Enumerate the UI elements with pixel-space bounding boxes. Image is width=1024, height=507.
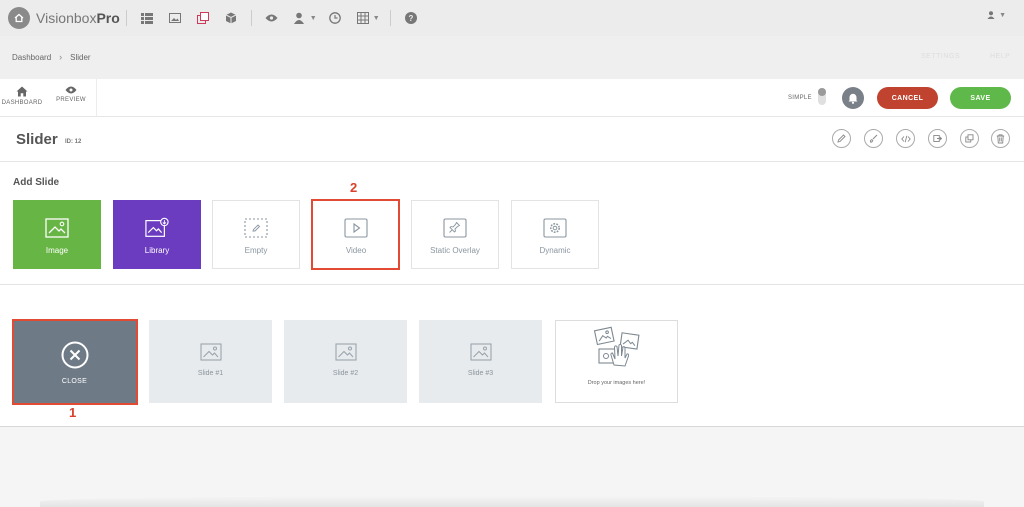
code-icon	[900, 135, 911, 142]
image-gallery-icon[interactable]	[168, 11, 182, 25]
title-row: Slider ID: 12	[0, 117, 1024, 162]
copy-icon	[965, 134, 974, 143]
dashboard-label: DASHBOARD	[1, 100, 43, 106]
toolbar-divider	[96, 79, 97, 117]
breadcrumb-dashboard[interactable]: Dashboard	[12, 53, 51, 62]
editor-toolbar: DASHBOARD PREVIEW	[0, 79, 1024, 117]
toolbar-divider	[250, 10, 252, 26]
brand-name: VisionboxPro	[36, 10, 120, 26]
dashboard-tool[interactable]: DASHBOARD	[0, 86, 44, 106]
delete-button[interactable]	[991, 129, 1010, 148]
user-menu[interactable]: ▼	[987, 11, 1010, 19]
drop-images-icon	[592, 325, 642, 376]
pencil-icon	[837, 134, 846, 143]
home-icon	[16, 86, 28, 97]
brand-name-bold: Pro	[96, 10, 120, 26]
brand-name-light: Visionbox	[36, 10, 97, 26]
eye-icon[interactable]	[265, 11, 279, 25]
slide-label: Slide #1	[197, 370, 224, 377]
slide-thumbnail[interactable]: Slide #3	[419, 320, 542, 403]
grid-dropdown-caret-icon[interactable]: ▼	[373, 15, 380, 22]
simple-mode-toggle[interactable]	[818, 88, 826, 105]
slide-label: Slide #2	[332, 370, 359, 377]
list-icon[interactable]	[140, 11, 154, 25]
image-drop-zone[interactable]: Drop your images here!	[555, 320, 678, 403]
image-placeholder-icon	[334, 343, 357, 361]
bottom-shadow	[40, 496, 984, 507]
preview-label: PREVIEW	[56, 97, 86, 103]
top-navbar: VisionboxPro ▼ ▼ ? ▼	[0, 0, 1024, 36]
image-placeholder-icon	[469, 343, 492, 361]
trash-icon	[996, 133, 1005, 143]
toolbar-divider	[389, 10, 391, 26]
tile-label: Image	[45, 246, 69, 255]
close-highlight-box	[12, 319, 138, 405]
add-slide-heading: Add Slide	[13, 177, 60, 188]
slide-label: Slide #3	[467, 370, 494, 377]
slider-id: ID: 12	[65, 139, 82, 145]
brush-icon	[869, 134, 878, 143]
video-highlight-box	[311, 199, 400, 270]
breadcrumb-slider: Slider	[70, 52, 91, 62]
add-library-slide-button[interactable]: Library	[113, 200, 201, 269]
annotation-marker-1: 1	[69, 405, 77, 420]
image-icon	[45, 217, 69, 239]
help-link[interactable]: HELP	[990, 53, 1010, 60]
page-title: Slider	[16, 131, 58, 148]
slide-thumbnail[interactable]: Slide #1	[149, 320, 272, 403]
add-empty-slide-button[interactable]: Empty	[212, 200, 300, 269]
toolbar-divider	[125, 10, 127, 26]
add-static-overlay-button[interactable]: Static Overlay	[411, 200, 499, 269]
image-placeholder-icon	[199, 343, 222, 361]
style-button[interactable]	[864, 129, 883, 148]
slides-section: CLOSE Slide #1 Slide #2 Slide #3 Drop yo…	[0, 285, 1024, 427]
gear-icon	[543, 217, 567, 239]
edit-button[interactable]	[832, 129, 851, 148]
eye-icon	[65, 86, 77, 94]
users-icon[interactable]	[293, 11, 307, 25]
empty-slide-icon	[244, 217, 268, 239]
chevron-right-icon: ›	[59, 52, 63, 62]
library-icon	[145, 217, 169, 239]
brand-logo[interactable]: VisionboxPro	[8, 7, 120, 29]
help-icon[interactable]: ?	[404, 11, 418, 25]
bell-icon	[848, 93, 858, 104]
settings-link[interactable]: SETTINGS	[921, 53, 960, 60]
breadcrumb-bar: Dashboard › Slider SETTINGS HELP	[0, 36, 1024, 79]
cube-icon[interactable]	[224, 11, 238, 25]
cancel-button[interactable]: CANCEL	[877, 87, 938, 109]
svg-text:?: ?	[408, 14, 413, 23]
add-slide-section: Add Slide Image Library Empty Video Stat…	[0, 162, 1024, 285]
export-icon	[933, 135, 942, 142]
tile-label: Empty	[244, 246, 268, 255]
export-button[interactable]	[928, 129, 947, 148]
drop-zone-text: Drop your images here!	[587, 380, 646, 386]
layers-icon[interactable]	[196, 11, 210, 25]
user-icon	[987, 11, 995, 19]
user-dropdown-caret-icon: ▼	[999, 11, 1006, 19]
pin-icon	[443, 217, 467, 239]
grid-icon[interactable]	[356, 11, 370, 25]
preview-tool[interactable]: PREVIEW	[49, 86, 93, 103]
duplicate-button[interactable]	[960, 129, 979, 148]
clock-icon[interactable]	[328, 11, 342, 25]
breadcrumb: Dashboard › Slider	[12, 52, 91, 62]
users-dropdown-caret-icon[interactable]: ▼	[310, 15, 317, 22]
tile-label: Static Overlay	[430, 246, 480, 255]
embed-code-button[interactable]	[896, 129, 915, 148]
add-image-slide-button[interactable]: Image	[13, 200, 101, 269]
add-dynamic-slide-button[interactable]: Dynamic	[511, 200, 599, 269]
tile-label: Dynamic	[539, 246, 571, 255]
simple-mode-label: SIMPLE	[788, 95, 812, 101]
home-logo-icon	[8, 7, 30, 29]
notifications-button[interactable]	[842, 87, 864, 109]
annotation-marker-2: 2	[350, 180, 358, 195]
slide-thumbnail[interactable]: Slide #2	[284, 320, 407, 403]
save-button[interactable]: SAVE	[950, 87, 1011, 109]
tile-label: Library	[144, 246, 170, 255]
